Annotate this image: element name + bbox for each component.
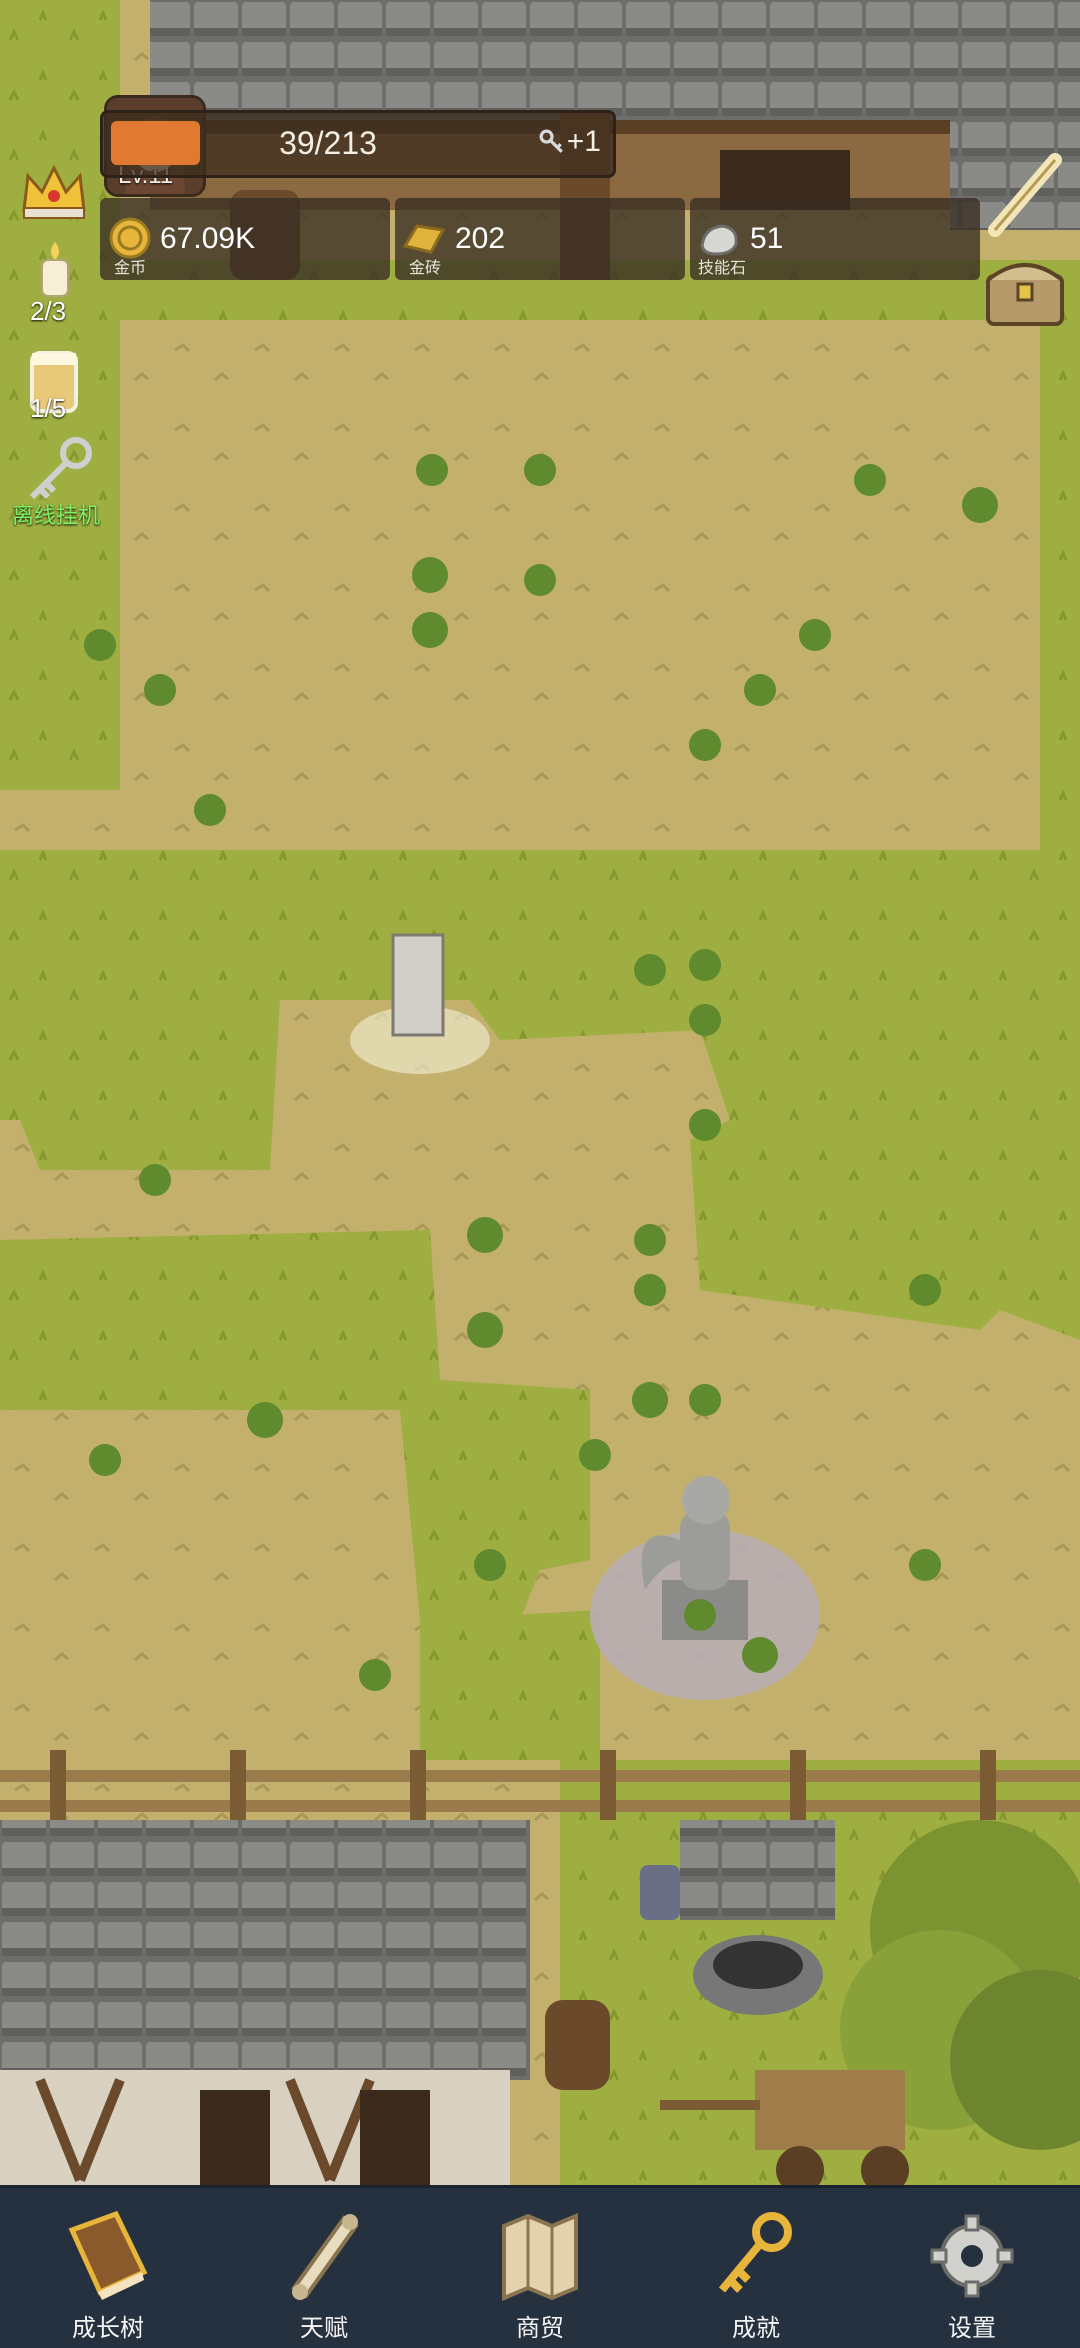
gold-bar-resource[interactable]: 202 金砖 bbox=[395, 198, 685, 280]
nav-trade[interactable]: 商贸 bbox=[432, 2188, 648, 2348]
nav-label: 商贸 bbox=[516, 2315, 564, 2342]
scroll-icon bbox=[291, 2214, 359, 2300]
exp-bar: 39/213 +1 bbox=[100, 110, 616, 178]
barrel bbox=[545, 2000, 610, 2090]
skill-stone-label: 技能石 bbox=[698, 260, 747, 277]
nav-growth-tree[interactable]: 成长树 bbox=[0, 2188, 216, 2348]
key-icon bbox=[539, 129, 563, 153]
treasure-chest-icon[interactable] bbox=[980, 250, 1070, 330]
drink-count: 1/5 bbox=[30, 393, 67, 423]
gold-value: 67.09K bbox=[160, 222, 256, 255]
candle-icon[interactable] bbox=[30, 240, 80, 300]
nav-label: 成就 bbox=[732, 2315, 780, 2342]
nav-label: 天赋 bbox=[300, 2315, 348, 2342]
gold-bar-label: 金砖 bbox=[409, 260, 442, 277]
nav-achievement[interactable]: 成就 bbox=[648, 2188, 864, 2348]
crown-icon[interactable] bbox=[18, 160, 90, 222]
nav-label: 成长树 bbox=[72, 2315, 144, 2342]
idle-label[interactable]: 离线挂机 bbox=[12, 498, 100, 530]
exp-bonus-value: +1 bbox=[566, 125, 601, 158]
skill-stone-value: 51 bbox=[750, 222, 784, 255]
exp-bonus: +1 bbox=[539, 125, 601, 159]
nav-talent[interactable]: 天赋 bbox=[216, 2188, 432, 2348]
candle-count: 2/3 bbox=[30, 296, 67, 326]
bottom-house bbox=[0, 1820, 530, 2185]
gold-resource[interactable]: 67.09K 金币 bbox=[100, 198, 390, 280]
skill-stone-resource[interactable]: 51 技能石 bbox=[690, 198, 980, 280]
map-icon bbox=[502, 2213, 578, 2301]
gold-label: 金币 bbox=[114, 260, 147, 277]
gold-bar-value: 202 bbox=[455, 222, 506, 255]
feather-quill-icon[interactable] bbox=[985, 150, 1065, 240]
exp-text: 39/213 bbox=[279, 125, 377, 161]
idle-key-icon[interactable] bbox=[22, 435, 96, 505]
nav-label: 设置 bbox=[948, 2315, 996, 2342]
gear-icon bbox=[930, 2214, 1014, 2298]
book-icon bbox=[68, 2210, 148, 2300]
game-scene bbox=[0, 0, 1080, 2345]
nav-settings[interactable]: 设置 bbox=[864, 2188, 1080, 2348]
bottom-nav: 成长树 天赋 商贸 成就 设置 bbox=[0, 2185, 1080, 2348]
key-icon bbox=[718, 2212, 792, 2293]
